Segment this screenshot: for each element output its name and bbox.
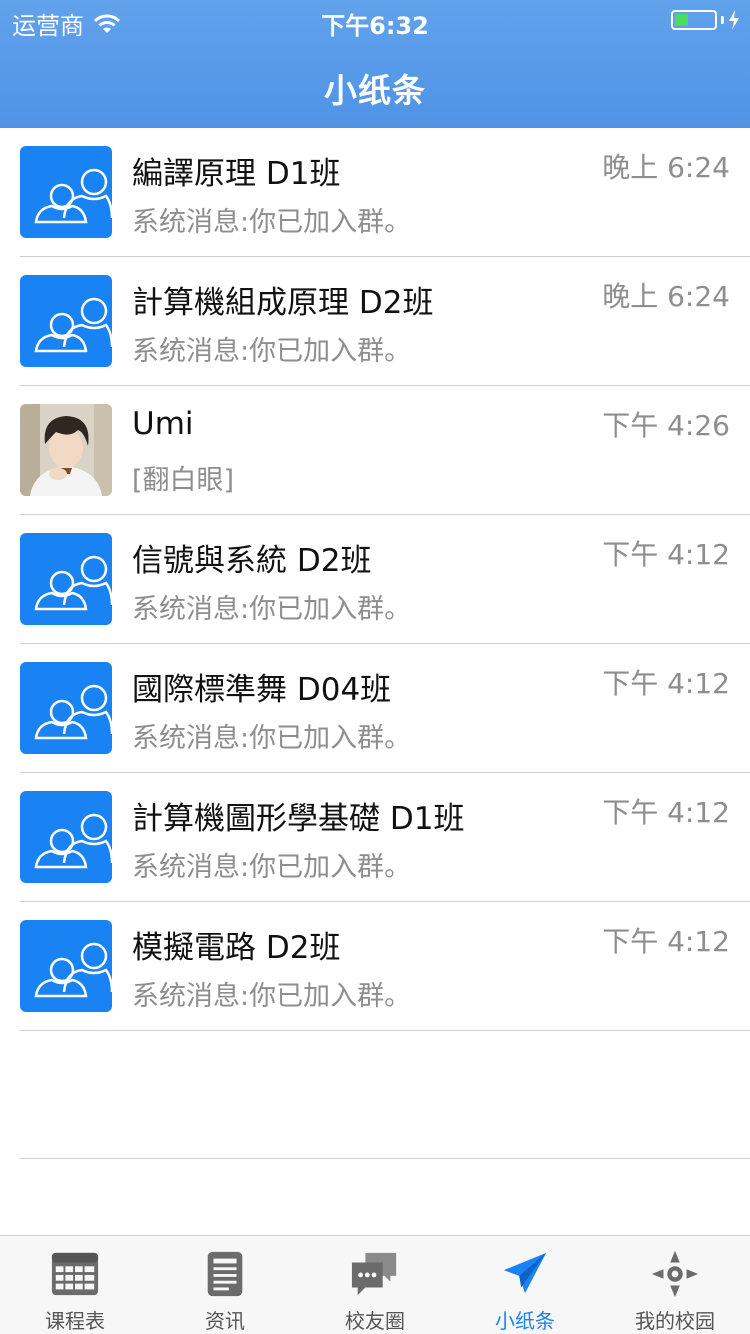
tab-label: 资讯 <box>205 1309 245 1333</box>
chat-bubbles-icon <box>351 1252 397 1296</box>
group-avatar-icon <box>20 275 112 367</box>
conversation-preview: 系统消息:你已加入群。 <box>132 336 412 367</box>
nav-header: 运营商 下午6:32 小纸条 <box>0 0 750 128</box>
conversation-preview: 系统消息:你已加入群。 <box>132 207 412 238</box>
tab-my-campus[interactable]: 我的校园 <box>600 1236 750 1334</box>
conversation-row[interactable]: 模擬電路 D2班 系统消息:你已加入群。 下午 4:12 <box>0 902 750 1031</box>
conversation-row[interactable]: Umi [翻白眼] 下午 4:26 <box>0 386 750 515</box>
conversation-row[interactable]: 計算機組成原理 D2班 系统消息:你已加入群。 晚上 6:24 <box>0 257 750 386</box>
tab-alumni[interactable]: 校友圈 <box>300 1236 450 1334</box>
conversation-name: 信號與系統 D2班 <box>132 543 372 579</box>
conversation-name: 計算機圖形學基礎 D1班 <box>132 801 465 837</box>
group-avatar-icon <box>20 533 112 625</box>
conversation-time: 下午 4:12 <box>602 796 730 829</box>
conversation-preview: 系统消息:你已加入群。 <box>132 594 412 625</box>
status-time: 下午6:32 <box>321 12 429 40</box>
conversation-row[interactable]: 計算機圖形學基礎 D1班 系统消息:你已加入群。 下午 4:12 <box>0 773 750 902</box>
conversation-name: 編譯原理 D1班 <box>132 156 341 192</box>
battery-icon <box>671 10 717 30</box>
conversation-name: 模擬電路 D2班 <box>132 930 341 966</box>
conversation-list: 編譯原理 D1班 系统消息:你已加入群。 晚上 6:24 計算機組成原理 D2班… <box>0 128 750 1031</box>
paper-plane-icon <box>503 1252 547 1294</box>
conversation-time: 下午 4:26 <box>602 409 730 442</box>
conversation-preview: [翻白眼] <box>132 465 235 496</box>
charging-bolt-icon <box>729 10 739 30</box>
divider <box>20 1158 750 1159</box>
conversation-name: 國際標準舞 D04班 <box>132 672 392 708</box>
conversation-preview: 系统消息:你已加入群。 <box>132 981 412 1012</box>
battery-indicator <box>671 10 740 30</box>
news-icon <box>207 1251 243 1297</box>
group-avatar-icon <box>20 791 112 883</box>
tab-notes[interactable]: 小纸条 <box>450 1236 600 1334</box>
conversation-row[interactable]: 信號與系統 D2班 系统消息:你已加入群。 下午 4:12 <box>0 515 750 644</box>
conversation-name: 計算機組成原理 D2班 <box>132 285 434 321</box>
conversation-time: 晚上 6:24 <box>602 280 730 313</box>
conversation-time: 下午 4:12 <box>602 538 730 571</box>
conversation-time: 晚上 6:24 <box>602 151 730 184</box>
tab-news[interactable]: 资讯 <box>150 1236 300 1334</box>
tab-label: 校友圈 <box>345 1309 405 1333</box>
conversation-time: 下午 4:12 <box>602 667 730 700</box>
conversation-row[interactable]: 國際標準舞 D04班 系统消息:你已加入群。 下午 4:12 <box>0 644 750 773</box>
tab-label: 小纸条 <box>495 1309 555 1333</box>
tab-label: 我的校园 <box>635 1309 715 1333</box>
user-photo-icon <box>20 404 112 496</box>
tab-bar: 课程表 资讯 校友圈 小纸条 我的校园 <box>0 1235 750 1334</box>
conversation-row[interactable]: 編譯原理 D1班 系统消息:你已加入群。 晚上 6:24 <box>0 128 750 257</box>
group-avatar-icon <box>20 662 112 754</box>
group-avatar-icon <box>20 146 112 238</box>
status-bar: 运营商 下午6:32 <box>0 0 750 40</box>
tab-label: 课程表 <box>45 1309 105 1333</box>
conversation-time: 下午 4:12 <box>602 925 730 958</box>
conversation-preview: 系统消息:你已加入群。 <box>132 852 412 883</box>
page-title: 小纸条 <box>324 71 426 110</box>
group-avatar-icon <box>20 920 112 1012</box>
calendar-grid-icon <box>51 1252 99 1296</box>
user-avatar <box>20 404 112 496</box>
compass-icon <box>651 1250 699 1298</box>
tab-schedule[interactable]: 课程表 <box>0 1236 150 1334</box>
conversation-preview: 系统消息:你已加入群。 <box>132 723 412 754</box>
conversation-name: Umi <box>132 406 194 442</box>
